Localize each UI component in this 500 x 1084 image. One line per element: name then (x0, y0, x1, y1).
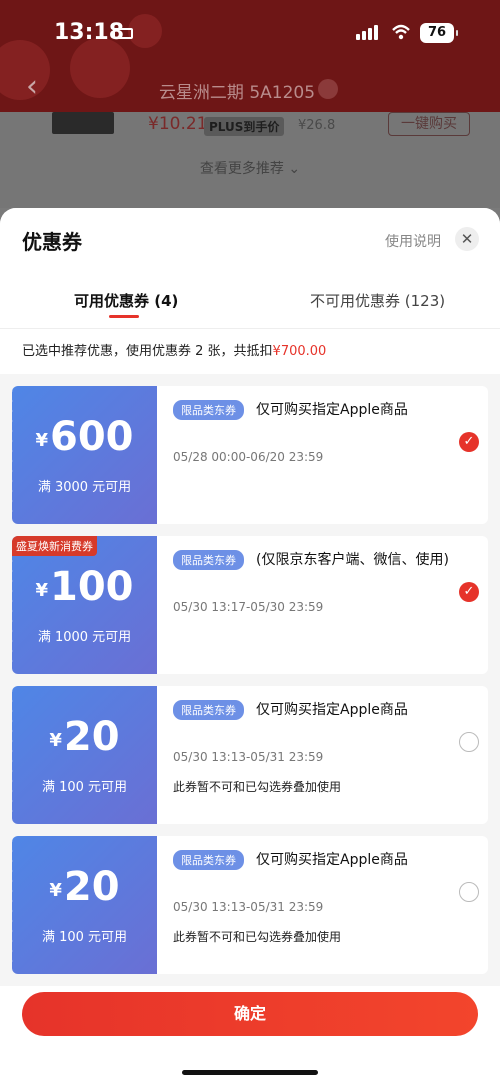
coupon-value-panel: ¥100 满 1000 元可用 盛夏焕新消费券 (12, 536, 157, 674)
checked-icon[interactable]: ✓ (459, 432, 479, 452)
wifi-icon (392, 24, 410, 40)
coupon-description: (仅限京东客户端、微信、使用) (256, 552, 449, 568)
promo-badge: 盛夏焕新消费券 (12, 536, 97, 556)
more-recommendations-link[interactable]: 查看更多推荐 ⌄ (0, 158, 500, 178)
coupon-validity: 05/30 13:17-05/30 23:59 (173, 600, 324, 614)
usage-help-link[interactable]: 使用说明 (385, 231, 441, 251)
tab-available[interactable]: 可用优惠券 (4) (74, 290, 178, 311)
coupon-stacking-note: 此券暂不可和已勾选券叠加使用 (173, 780, 342, 794)
product-old-price: ¥26.8 (298, 118, 336, 133)
coupon-condition: 满 1000 元可用 (37, 630, 132, 645)
close-icon[interactable]: ✕ (455, 227, 479, 251)
sleep-icon (113, 28, 133, 39)
coupon-description: 仅可购买指定Apple商品 (256, 402, 408, 418)
product-price: ¥10.21 (148, 114, 208, 134)
plus-price-label: PLUS到手价 (204, 117, 285, 136)
sheet-title: 优惠券 (22, 230, 82, 254)
coupon-value-panel: ¥20 满 100 元可用 (12, 836, 157, 974)
nav-title-text: 云星洲二期 5A1205 (158, 83, 316, 103)
coupon-card[interactable]: ¥600 满 3000 元可用 限品类东券 仅可购买指定Apple商品 05/2… (12, 386, 488, 524)
coupon-card[interactable]: ¥20 满 100 元可用 限品类东券 仅可购买指定Apple商品 05/30 … (12, 836, 488, 974)
coupon-category-tag: 限品类东券 (173, 700, 244, 720)
coupon-amount: ¥20 (49, 864, 120, 910)
location-pin-icon[interactable] (318, 79, 338, 99)
signal-icon (356, 25, 378, 40)
battery-indicator: 76 (420, 23, 458, 43)
coupon-amount: ¥100 (35, 564, 134, 610)
coupon-category-tag: 限品类东券 (173, 850, 244, 870)
buy-now-button[interactable]: 一键购买 (388, 112, 470, 136)
nav-title: 云星洲二期 5A1205 (0, 78, 500, 103)
coupon-card[interactable]: ¥100 满 1000 元可用 盛夏焕新消费券 限品类东券 (仅限京东客户端、微… (12, 536, 488, 674)
unchecked-icon[interactable] (459, 732, 479, 752)
home-indicator[interactable] (182, 1070, 318, 1075)
tab-unavailable[interactable]: 不可用优惠券 (123) (310, 290, 445, 311)
coupon-validity: 05/30 13:13-05/31 23:59 (173, 900, 324, 914)
coupon-stacking-note: 此券暂不可和已勾选券叠加使用 (173, 930, 342, 944)
coupon-card[interactable]: ¥20 满 100 元可用 限品类东券 仅可购买指定Apple商品 05/30 … (12, 686, 488, 824)
coupon-validity: 05/30 13:13-05/31 23:59 (173, 750, 324, 764)
coupon-value-panel: ¥20 满 100 元可用 (12, 686, 157, 824)
summary-amount: ¥700.00 (272, 344, 327, 359)
checked-icon[interactable]: ✓ (459, 582, 479, 602)
summary-text: 已选中推荐优惠，使用优惠券 2 张，共抵扣 (22, 344, 273, 359)
product-thumbnail[interactable] (52, 112, 114, 134)
sheet-header: 优惠券 使用说明 ✕ 可用优惠券 (4) 不可用优惠券 (123) (0, 208, 500, 328)
coupon-condition: 满 100 元可用 (41, 930, 128, 945)
coupon-condition: 满 3000 元可用 (37, 480, 132, 495)
coupon-amount: ¥20 (49, 714, 120, 760)
coupon-category-tag: 限品类东券 (173, 550, 244, 570)
status-bar: 13:18 76 (0, 0, 500, 66)
sheet-footer: 确定 (0, 986, 500, 1084)
active-tab-indicator (109, 315, 139, 318)
coupon-description: 仅可购买指定Apple商品 (256, 852, 408, 868)
coupon-validity: 05/28 00:00-06/20 23:59 (173, 450, 324, 464)
unchecked-icon[interactable] (459, 882, 479, 902)
coupon-condition: 满 100 元可用 (41, 780, 128, 795)
confirm-button[interactable]: 确定 (22, 992, 478, 1036)
coupon-category-tag: 限品类东券 (173, 400, 244, 420)
coupon-description: 仅可购买指定Apple商品 (256, 702, 408, 718)
coupon-amount: ¥600 (35, 414, 134, 460)
selection-summary: 已选中推荐优惠，使用优惠券 2 张，共抵扣¥700.00 (0, 328, 500, 374)
coupon-value-panel: ¥600 满 3000 元可用 (12, 386, 157, 524)
coupon-sheet: 优惠券 使用说明 ✕ 可用优惠券 (4) 不可用优惠券 (123) 已选中推荐优… (0, 208, 500, 1084)
